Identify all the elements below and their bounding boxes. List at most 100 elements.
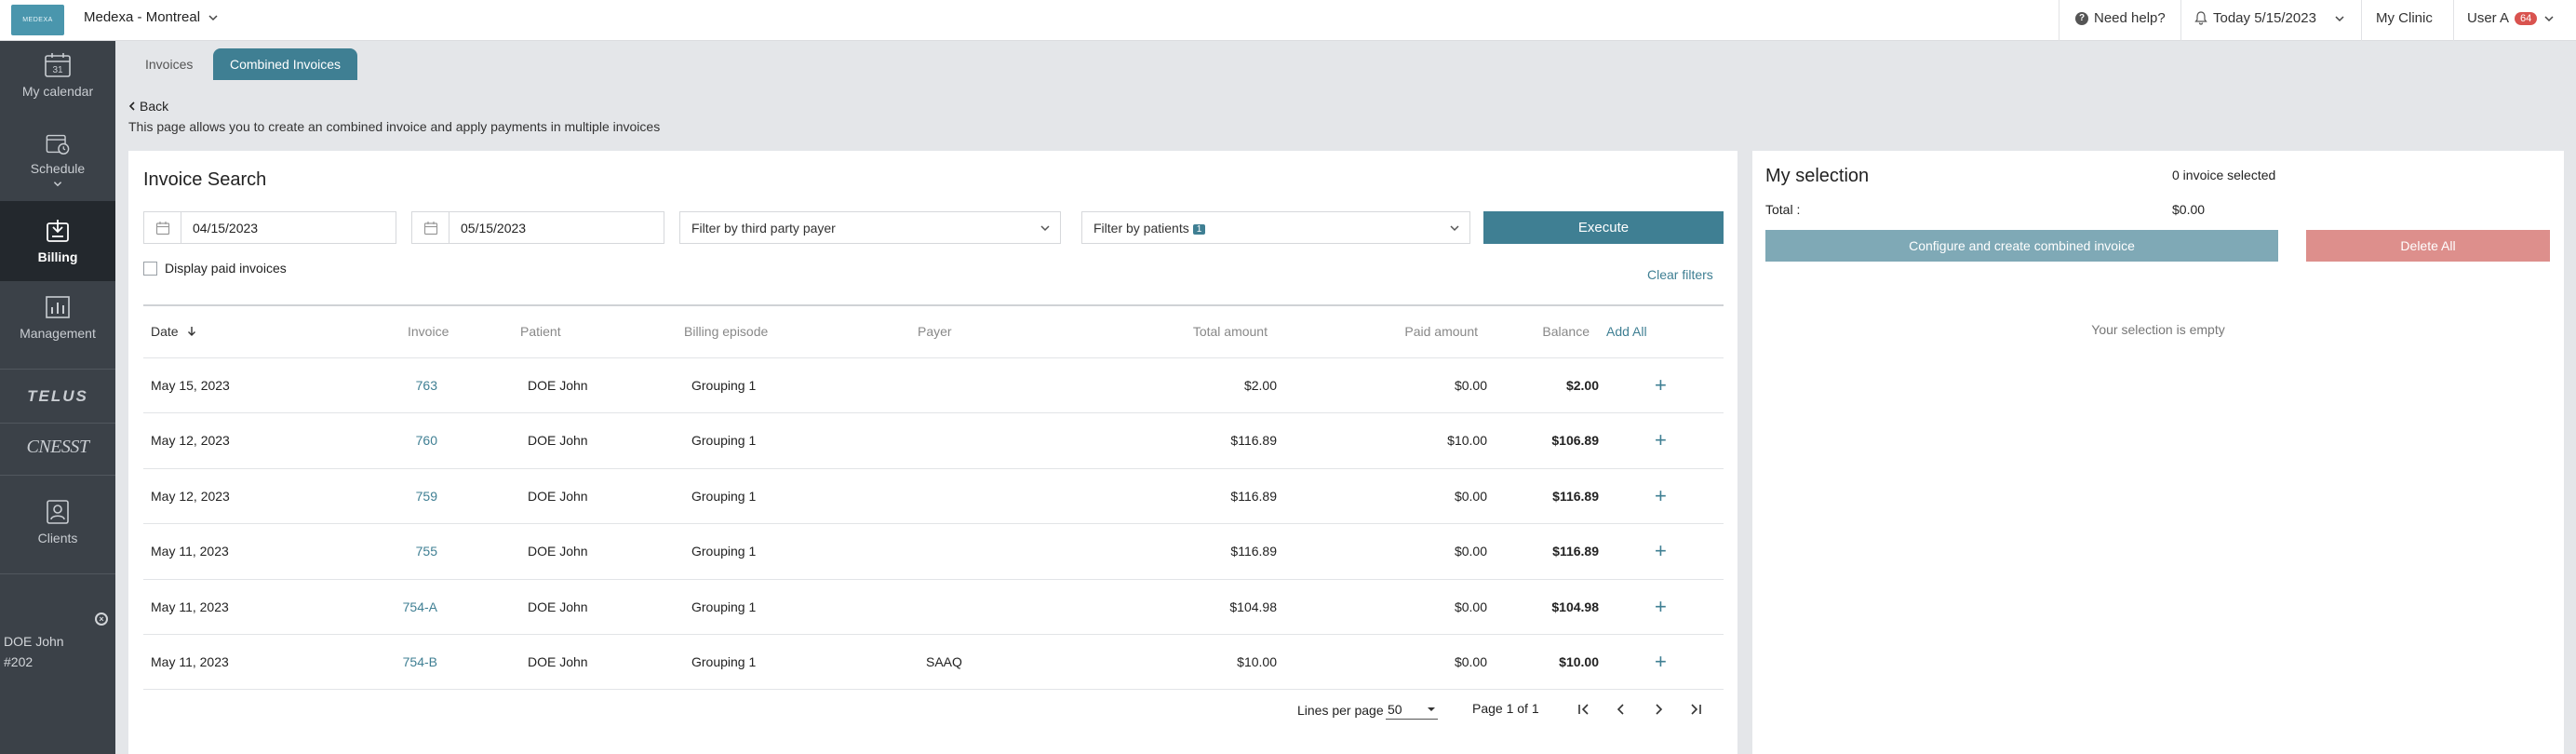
invoice-search-panel: Invoice Search 04/15/2023 05/15/2023 Fil… — [128, 151, 1737, 754]
invoice-date: May 11, 2023 — [151, 654, 229, 669]
third-party-payer-select[interactable]: Filter by third party payer — [679, 211, 1061, 244]
date-from-value: 04/15/2023 — [193, 220, 259, 236]
sidebar-item-billing[interactable]: Billing — [0, 201, 115, 281]
calendar-icon: 31 — [45, 53, 71, 77]
tab-combined-invoices[interactable]: Combined Invoices — [213, 48, 358, 80]
invoice-date: May 11, 2023 — [151, 599, 229, 614]
lines-per-page-select[interactable]: 50 — [1386, 699, 1438, 720]
divider — [0, 423, 115, 424]
chevron-down-icon[interactable] — [207, 11, 220, 24]
today-dropdown[interactable]: Today 5/15/2023 — [2194, 10, 2346, 26]
patients-filter-select[interactable]: Filter by patients 1 — [1081, 211, 1470, 244]
my-selection-title: My selection — [1765, 166, 1870, 186]
row-divider — [143, 523, 1724, 525]
chevron-down-icon — [1040, 224, 1050, 231]
divider — [0, 369, 115, 370]
last-page-icon[interactable] — [1684, 698, 1707, 720]
clinic-name[interactable]: Medexa - Montreal — [84, 9, 200, 25]
close-patient-icon[interactable]: × — [95, 613, 108, 626]
date-to-value: 05/15/2023 — [461, 220, 527, 236]
invoice-number-link[interactable]: 754-B — [372, 654, 437, 669]
billing-episode: Grouping 1 — [691, 433, 757, 449]
need-help-link[interactable]: ? Need help? — [2075, 10, 2166, 26]
add-all-button[interactable]: Add All — [1606, 324, 1647, 339]
first-page-icon[interactable] — [1573, 698, 1595, 720]
sidebar-item-my-calendar[interactable]: 31 My calendar — [0, 52, 115, 114]
invoice-number-link[interactable]: 759 — [372, 489, 437, 504]
previous-page-icon[interactable] — [1610, 698, 1632, 720]
invoice-number-link[interactable]: 754-A — [372, 599, 437, 614]
selection-total-value: $0.00 — [2172, 202, 2206, 217]
total-amount: $10.00 — [1237, 654, 1277, 669]
date-to-field[interactable]: 05/15/2023 — [411, 211, 664, 244]
column-header-total-amount: Total amount — [1192, 324, 1268, 339]
help-icon: ? — [2075, 11, 2088, 25]
chevron-down-icon[interactable] — [52, 180, 63, 188]
clear-filters-link[interactable]: Clear filters — [1647, 267, 1713, 282]
sidebar: 31 My calendar Schedule Billing Manageme… — [0, 41, 115, 754]
configure-combined-invoice-button[interactable]: Configure and create combined invoice — [1765, 230, 2278, 262]
separator — [2453, 0, 2454, 41]
notification-badge: 64 — [2515, 11, 2538, 25]
total-amount: $116.89 — [1230, 488, 1277, 504]
billing-episode: Grouping 1 — [691, 654, 757, 669]
empty-selection-message: Your selection is empty — [2091, 322, 2225, 337]
cnesst-logo[interactable]: CNESST — [0, 437, 115, 458]
chart-icon — [46, 296, 70, 318]
divider — [0, 475, 115, 476]
execute-button[interactable]: Execute — [1483, 211, 1724, 244]
user-menu[interactable]: User A 64 — [2467, 10, 2556, 26]
separator — [2180, 0, 2181, 41]
my-clinic-link[interactable]: My Clinic — [2376, 10, 2433, 26]
balance-amount: $106.89 — [1551, 433, 1599, 449]
my-selection-panel: My selection 0 invoice selected Total : … — [1752, 151, 2564, 754]
chevron-down-icon — [2544, 15, 2554, 21]
sidebar-item-clients[interactable]: Clients — [0, 499, 115, 560]
payer-name: SAAQ — [926, 654, 962, 669]
date-from-field[interactable]: 04/15/2023 — [143, 211, 396, 244]
paid-amount: $0.00 — [1454, 654, 1487, 669]
add-invoice-plus-icon[interactable]: + — [1655, 652, 1667, 672]
active-patient-chip[interactable]: DOE John #202 — [4, 631, 64, 672]
row-divider — [143, 467, 1724, 469]
delete-all-button[interactable]: Delete All — [2306, 230, 2550, 262]
sort-arrow-down-icon — [188, 327, 196, 336]
divider — [0, 573, 115, 574]
patients-count-badge: 1 — [1192, 223, 1206, 235]
tab-invoices[interactable]: Invoices — [128, 48, 209, 80]
patient-name: DOE John — [528, 599, 588, 614]
balance-amount: $10.00 — [1559, 654, 1599, 669]
paid-amount: $10.00 — [1447, 433, 1487, 449]
column-header-payer: Payer — [918, 324, 952, 339]
total-amount: $116.89 — [1230, 433, 1277, 449]
invoice-number-link[interactable]: 760 — [372, 433, 437, 448]
add-invoice-plus-icon[interactable]: + — [1655, 375, 1667, 396]
sidebar-item-schedule[interactable]: Schedule — [0, 132, 115, 194]
column-header-date[interactable]: Date — [151, 324, 196, 339]
sidebar-item-management[interactable]: Management — [0, 294, 115, 356]
add-invoice-plus-icon[interactable]: + — [1655, 485, 1667, 505]
patient-name: DOE John — [528, 544, 588, 559]
invoice-number-link[interactable]: 755 — [372, 544, 437, 559]
medexa-logo[interactable]: MEDEXA — [11, 5, 64, 35]
add-invoice-plus-icon[interactable]: + — [1655, 541, 1667, 561]
telus-logo[interactable]: TELUS — [0, 387, 115, 406]
invoice-date: May 11, 2023 — [151, 544, 229, 559]
paid-amount: $0.00 — [1454, 378, 1487, 393]
column-header-invoice: Invoice — [408, 324, 449, 339]
clients-icon — [47, 500, 69, 524]
back-link[interactable]: Back — [128, 99, 168, 114]
display-paid-checkbox[interactable] — [143, 261, 157, 276]
calendar-icon[interactable] — [412, 212, 449, 243]
display-paid-invoices-option[interactable]: Display paid invoices — [143, 261, 287, 276]
invoice-date: May 15, 2023 — [151, 378, 230, 393]
billing-episode: Grouping 1 — [691, 488, 757, 504]
table-top-border — [143, 304, 1724, 306]
next-page-icon[interactable] — [1647, 698, 1670, 720]
calendar-icon[interactable] — [144, 212, 181, 243]
add-invoice-plus-icon[interactable]: + — [1655, 430, 1667, 451]
invoice-number-link[interactable]: 763 — [372, 378, 437, 393]
row-divider — [143, 578, 1724, 580]
add-invoice-plus-icon[interactable]: + — [1655, 596, 1667, 616]
page-indicator: Page 1 of 1 — [1472, 701, 1539, 716]
